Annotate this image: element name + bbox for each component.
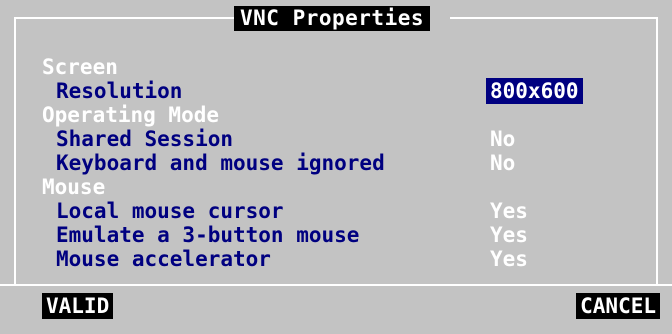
shared-session-label: Shared Session xyxy=(56,127,234,151)
section-operating-mode: Operating Mode xyxy=(42,103,220,127)
keyboard-mouse-ignored-value[interactable]: No xyxy=(490,150,515,176)
frame-top-left xyxy=(14,17,234,19)
dialog-title: VNC Properties xyxy=(234,6,431,31)
button-bar-separator xyxy=(0,284,672,286)
valid-button[interactable]: VALID xyxy=(42,293,114,319)
cancel-button[interactable]: CANCEL xyxy=(576,293,660,319)
mouse-accelerator-value[interactable]: Yes xyxy=(490,246,528,272)
keyboard-mouse-ignored-label: Keyboard and mouse ignored xyxy=(56,151,385,175)
emulate-3-button-value[interactable]: Yes xyxy=(490,222,528,248)
vnc-properties-dialog: VNC Properties Screen Resolution 800x600… xyxy=(0,0,672,334)
emulate-3-button-label: Emulate a 3-button mouse xyxy=(56,223,360,247)
frame-top-right xyxy=(450,17,658,19)
resolution-value[interactable]: 800x600 xyxy=(486,78,583,104)
local-mouse-cursor-label: Local mouse cursor xyxy=(56,199,284,223)
section-screen: Screen xyxy=(42,55,118,79)
resolution-label: Resolution xyxy=(56,79,183,103)
mouse-accelerator-label: Mouse accelerator xyxy=(56,247,271,271)
local-mouse-cursor-value[interactable]: Yes xyxy=(490,198,528,224)
section-mouse: Mouse xyxy=(42,175,106,199)
shared-session-value[interactable]: No xyxy=(490,126,515,152)
frame-right xyxy=(656,17,658,284)
frame-left xyxy=(14,17,16,284)
